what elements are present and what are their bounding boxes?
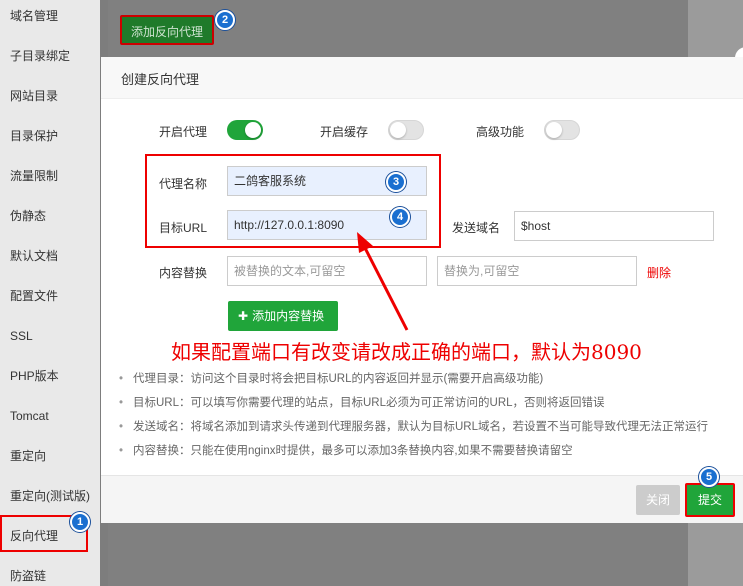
enable-cache-label: 开启缓存 (320, 125, 369, 139)
enable-proxy-toggle[interactable] (227, 120, 263, 140)
sidebar-item-config[interactable]: 配置文件 (10, 286, 58, 306)
sidebar-item-dir-protect[interactable]: 目录保护 (10, 126, 58, 146)
highlight-name-url (145, 154, 441, 248)
add-content-replace-label: 添加内容替换 (252, 309, 325, 323)
sidebar-item-tomcat[interactable]: Tomcat (10, 406, 49, 426)
note-proxy-dir: 代理目录：访问这个目录时将会把目标URL的内容返回并显示(需要开启高级功能) (119, 371, 743, 395)
sidebar-item-site-dir[interactable]: 网站目录 (10, 86, 58, 106)
step-badge-1: 1 (70, 512, 90, 532)
step-badge-2: 2 (215, 10, 235, 30)
add-content-replace-button[interactable]: ✚ 添加内容替换 (228, 301, 338, 331)
toggle-knob (390, 122, 406, 138)
toggle-knob (245, 122, 261, 138)
replace-from-input[interactable]: 被替换的文本,可留空 (227, 256, 427, 286)
dialog-title: 创建反向代理 (121, 72, 200, 87)
sidebar: 域名管理 子目录绑定 网站目录 目录保护 流量限制 伪静态 默认文档 配置文件 … (0, 0, 100, 586)
add-reverse-proxy-button[interactable]: 添加反向代理 (120, 15, 214, 45)
sidebar-item-domain[interactable]: 域名管理 (10, 6, 58, 26)
sidebar-item-rewrite[interactable]: 伪静态 (10, 206, 46, 226)
sidebar-item-subdir[interactable]: 子目录绑定 (10, 46, 70, 66)
toggle-knob (546, 122, 562, 138)
sidebar-item-traffic[interactable]: 流量限制 (10, 166, 58, 186)
note-send-domain: 发送域名：将域名添加到请求头传递到代理服务器，默认为目标URL域名，若设置不当可… (119, 419, 743, 443)
sidebar-item-default-doc[interactable]: 默认文档 (10, 246, 58, 266)
create-proxy-dialog: 创建反向代理 开启代理 开启缓存 高级功能 代理名称 二鸽客服系统 3 目标UR… (101, 57, 743, 523)
help-notes: 代理目录：访问这个目录时将会把目标URL的内容返回并显示(需要开启高级功能) 目… (119, 371, 743, 467)
replace-to-input[interactable]: 替换为,可留空 (437, 256, 637, 286)
step-badge-5: 5 (699, 467, 719, 487)
advanced-toggle[interactable] (544, 120, 580, 140)
sidebar-item-hotlink[interactable]: 防盗链 (10, 566, 46, 586)
close-button[interactable]: 关闭 (636, 485, 680, 515)
note-target-url: 目标URL：可以填写你需要代理的站点，目标URL必须为可正常访问的URL，否则将… (119, 395, 743, 419)
sidebar-item-php[interactable]: PHP版本 (10, 366, 59, 386)
send-domain-input[interactable]: $host (514, 211, 714, 241)
submit-button[interactable]: 提交 (685, 483, 735, 517)
port-annotation: 如果配置端口有改变请改成正确的端口，默认为8090 (171, 340, 642, 364)
sidebar-item-redirect-beta[interactable]: 重定向(测试版) (10, 486, 90, 506)
sidebar-item-redirect[interactable]: 重定向 (10, 446, 46, 466)
dialog-footer: 关闭 提交 5 (101, 467, 743, 523)
note-content-replace: 内容替换：只能在使用nginx时提供，最多可以添加3条替换内容,如果不需要替换请… (119, 443, 743, 467)
advanced-label: 高级功能 (476, 125, 525, 139)
enable-proxy-label: 开启代理 (159, 125, 208, 139)
delete-replace-link[interactable]: 删除 (647, 264, 671, 281)
sidebar-item-ssl[interactable]: SSL (10, 326, 33, 346)
dialog-header: 创建反向代理 (101, 57, 743, 99)
enable-cache-toggle[interactable] (388, 120, 424, 140)
send-domain-label: 发送域名 (452, 221, 501, 235)
content-replace-label: 内容替换 (159, 266, 208, 280)
plus-icon: ✚ (238, 309, 249, 323)
